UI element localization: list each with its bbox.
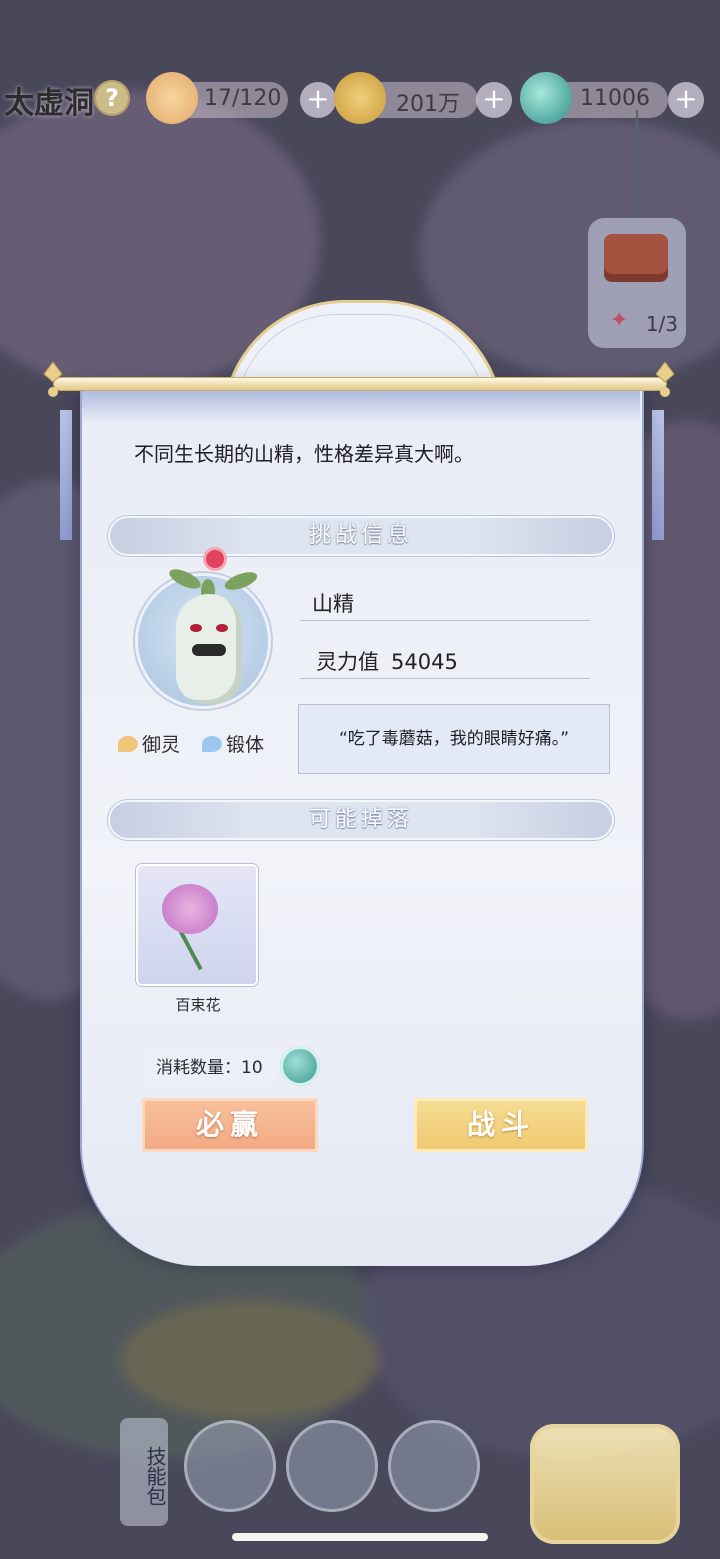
- add-spirit-button[interactable]: +: [668, 82, 704, 118]
- coins-value: 201万: [396, 92, 460, 117]
- name-underline: [300, 620, 590, 621]
- enemy-quote-box: “吃了毒蘑菇，我的眼睛好痛。”: [298, 704, 610, 774]
- guaranteed-win-button[interactable]: 必赢: [142, 1098, 318, 1152]
- challenge-description: 不同生长期的山精，性格差异真大啊。: [134, 442, 474, 466]
- skill-slot[interactable]: [286, 1420, 378, 1512]
- power-label: 灵力值: [316, 650, 379, 674]
- help-button[interactable]: ?: [94, 80, 130, 116]
- skill-slot[interactable]: [388, 1420, 480, 1512]
- add-stamina-button[interactable]: +: [300, 82, 336, 118]
- trait-yuling: 御灵: [118, 730, 180, 757]
- trait-duanti: 锻体: [202, 730, 264, 757]
- enemy-name: 山精: [312, 592, 354, 616]
- paw-coin-icon: [334, 72, 386, 124]
- side-reward-chest[interactable]: ✦ 1/3: [588, 218, 686, 348]
- cat-stamina-icon: [146, 72, 198, 124]
- gold-treasure-icon[interactable]: [530, 1424, 680, 1544]
- location-title: 太虚洞: [4, 86, 94, 121]
- skill-slot[interactable]: [184, 1420, 276, 1512]
- enemy-power: 灵力值 54045: [316, 646, 458, 676]
- drop-item-card[interactable]: [138, 866, 256, 984]
- right-tassel: [652, 410, 664, 540]
- section-challenge-title: 挑战信息: [308, 523, 413, 548]
- hanging-string: [636, 110, 638, 220]
- skill-slots: [120, 1420, 600, 1530]
- enemy-quote: “吃了毒蘑菇，我的眼睛好痛。”: [338, 729, 570, 749]
- rod-end-right-ornament: [655, 362, 675, 397]
- spirit-swirl-icon: [280, 1046, 320, 1086]
- fight-button[interactable]: 战斗: [414, 1098, 588, 1152]
- trait-duanti-label: 锻体: [226, 734, 265, 756]
- cost-amount: 消耗数量：10: [144, 1050, 275, 1086]
- reward-count: 1/3: [645, 312, 678, 336]
- section-drops-title: 可能掉落: [308, 807, 413, 832]
- stamina-value: 17/120: [204, 86, 282, 111]
- power-underline: [300, 678, 590, 679]
- spirit-value: 11006: [580, 86, 650, 111]
- bouquet-flower-icon: [162, 884, 218, 934]
- rod-end-left-ornament: [43, 362, 63, 397]
- spirit-swirl-icon: [520, 72, 572, 124]
- flower-stem: [177, 927, 203, 971]
- blue-leaf-icon: [202, 736, 222, 752]
- red-flower-icon: [206, 550, 224, 568]
- section-possible-drops: 可能掉落: [108, 800, 614, 840]
- power-value: 54045: [391, 650, 458, 674]
- treasure-chest-icon: [604, 234, 668, 282]
- dialog-top-band: [82, 388, 640, 422]
- drop-item-name: 百束花: [175, 996, 221, 1014]
- trait-yuling-label: 御灵: [142, 734, 181, 756]
- add-coins-button[interactable]: +: [476, 82, 512, 118]
- home-indicator[interactable]: [232, 1533, 488, 1541]
- mountain-spirit-avatar: [176, 594, 242, 704]
- yellow-leaf-icon: [118, 736, 138, 752]
- scroll-rod: [54, 378, 666, 390]
- section-challenge-info: 挑战信息: [108, 516, 614, 556]
- top-hud: 太虚洞 ? 17/120 + 201万 + 11006 +: [0, 72, 720, 128]
- left-tassel: [60, 410, 72, 540]
